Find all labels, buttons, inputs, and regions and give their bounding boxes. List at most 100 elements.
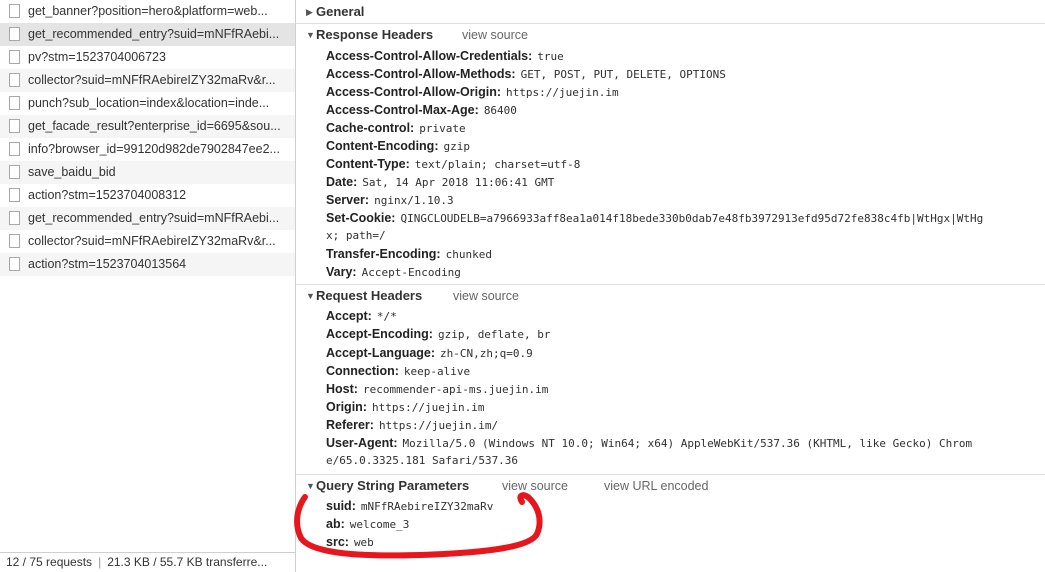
header-row: Date: Sat, 14 Apr 2018 11:06:41 GMT (326, 173, 1041, 191)
view-source-link[interactable]: view source (453, 286, 519, 306)
header-row: Transfer-Encoding: chunked (326, 245, 1041, 263)
section-title: Query String Parameters (316, 478, 470, 493)
header-row: Access-Control-Allow-Credentials: true (326, 47, 1041, 65)
request-name: get_banner?position=hero&platform=web... (28, 4, 268, 18)
request-row[interactable]: collector?suid=mNFfRAebireIZY32maRv&r... (0, 230, 295, 253)
request-row[interactable]: info?browser_id=99120d982de7902847ee2... (0, 138, 295, 161)
view-source-link[interactable]: view source (462, 25, 528, 45)
header-key: Accept-Encoding: (326, 327, 433, 341)
header-value: */* (376, 310, 397, 323)
header-key: Server: (326, 193, 370, 207)
view-url-encoded-link[interactable]: view URL encoded (604, 476, 708, 496)
file-icon (9, 50, 20, 64)
request-name: get_recommended_entry?suid=mNFfRAebi... (28, 27, 280, 41)
header-row: Origin: https://juejin.im (326, 398, 1041, 416)
header-value-continuation: e/65.0.3325.181 Safari/537.36 (326, 454, 519, 467)
section-title: Request Headers (316, 288, 423, 303)
request-row[interactable]: pv?stm=1523704006723 (0, 46, 295, 69)
request-row-selected[interactable]: get_recommended_entry?suid=mNFfRAebi... (0, 23, 295, 46)
header-row: Set-Cookie: QINGCLOUDELB=a7966933aff8ea1a… (326, 209, 1041, 227)
param-key: src: (326, 535, 349, 549)
request-row[interactable]: get_banner?position=hero&platform=web... (0, 0, 295, 23)
header-key: Accept: (326, 309, 372, 323)
header-value: zh-CN,zh;q=0.9 (440, 347, 533, 360)
header-row: Accept-Encoding: gzip, deflate, br (326, 325, 1041, 343)
header-value: https://juejin.im (506, 86, 619, 99)
request-row[interactable]: punch?sub_location=index&location=inde..… (0, 92, 295, 115)
file-icon (9, 142, 20, 156)
section-general[interactable]: ▶ General (296, 2, 1045, 22)
triangle-down-icon: ▼ (306, 291, 315, 301)
file-icon (9, 4, 20, 18)
request-count: 12 / 75 requests (6, 555, 93, 569)
triangle-down-icon: ▼ (306, 481, 315, 491)
header-key: Host: (326, 382, 358, 396)
request-row[interactable]: collector?suid=mNFfRAebireIZY32maRv&r... (0, 69, 295, 92)
header-key: Access-Control-Allow-Credentials: (326, 49, 533, 63)
request-name: info?browser_id=99120d982de7902847ee2... (28, 142, 280, 156)
request-list: get_banner?position=hero&platform=web...… (0, 0, 295, 276)
header-value: Sat, 14 Apr 2018 11:06:41 GMT (362, 176, 555, 189)
header-value: QINGCLOUDELB=a7966933aff8ea1a014f18bede3… (400, 212, 984, 225)
header-row: Content-Encoding: gzip (326, 137, 1041, 155)
header-row: Server: nginx/1.10.3 (326, 191, 1041, 209)
section-response-headers[interactable]: ▼ Response Headers view source (296, 25, 1045, 45)
request-name: action?stm=1523704013564 (28, 257, 187, 271)
divider (296, 284, 1045, 285)
request-name: save_baidu_bid (28, 165, 116, 179)
query-param-row: suid: mNFfRAebireIZY32maRv (326, 497, 1041, 515)
view-source-link[interactable]: view source (502, 476, 568, 496)
param-value: web (353, 536, 374, 549)
request-name: collector?suid=mNFfRAebireIZY32maRv&r... (28, 234, 276, 248)
header-key: Cache-control: (326, 121, 415, 135)
header-row: Vary: Accept-Encoding (326, 263, 1041, 281)
section-title: General (316, 4, 365, 19)
param-key: ab: (326, 517, 345, 531)
header-value: recommender-api-ms.juejin.im (362, 383, 549, 396)
header-value: gzip, deflate, br (437, 328, 551, 341)
request-row[interactable]: action?stm=1523704008312 (0, 184, 295, 207)
request-name: get_facade_result?enterprise_id=6695&sou… (28, 119, 281, 133)
header-key: Transfer-Encoding: (326, 247, 441, 261)
param-value: welcome_3 (349, 518, 410, 531)
request-name: pv?stm=1523704006723 (28, 50, 166, 64)
network-status-bar: 12 / 75 requests | 21.3 KB / 55.7 KB trans… (0, 552, 295, 572)
triangle-down-icon: ▼ (306, 30, 315, 40)
header-value: GET, POST, PUT, DELETE, OPTIONS (520, 68, 726, 81)
query-param-row: src: web (326, 533, 1041, 551)
header-key: Content-Type: (326, 157, 410, 171)
header-key: Connection: (326, 364, 399, 378)
request-list-panel: get_banner?position=hero&platform=web...… (0, 0, 296, 572)
header-value: https://juejin.im/ (378, 419, 499, 432)
request-name: punch?sub_location=index&location=inde..… (28, 96, 270, 110)
header-row: Access-Control-Max-Age: 86400 (326, 101, 1041, 119)
divider (296, 23, 1045, 24)
header-key: Vary: (326, 265, 357, 279)
header-row: Host: recommender-api-ms.juejin.im (326, 380, 1041, 398)
header-value: https://juejin.im (371, 401, 485, 414)
param-key: suid: (326, 499, 356, 513)
header-key: User-Agent: (326, 436, 398, 450)
header-row: Content-Type: text/plain; charset=utf-8 (326, 155, 1041, 173)
file-icon (9, 211, 20, 225)
headers-panel: ▶ General ▼ Response Headers view source… (296, 0, 1045, 572)
header-row: User-Agent: Mozilla/5.0 (Windows NT 10.0;… (326, 434, 1041, 452)
header-key: Origin: (326, 400, 367, 414)
request-row[interactable]: get_facade_result?enterprise_id=6695&sou… (0, 115, 295, 138)
file-icon (9, 96, 20, 110)
file-icon (9, 234, 20, 248)
request-row[interactable]: get_recommended_entry?suid=mNFfRAebi... (0, 207, 295, 230)
request-row[interactable]: action?stm=1523704013564 (0, 253, 295, 276)
request-row[interactable]: save_baidu_bid (0, 161, 295, 184)
transfer-size: 21.3 KB / 55.7 KB transferre... (107, 555, 268, 569)
section-request-headers[interactable]: ▼ Request Headers view source (296, 286, 1045, 306)
header-key: Access-Control-Max-Age: (326, 103, 479, 117)
header-row: Connection: keep-alive (326, 362, 1041, 380)
header-value: private (419, 122, 466, 135)
header-key: Referer: (326, 418, 374, 432)
header-value: text/plain; charset=utf-8 (414, 158, 581, 171)
header-key: Date: (326, 175, 358, 189)
request-name: get_recommended_entry?suid=mNFfRAebi... (28, 211, 280, 225)
section-query-string[interactable]: ▼ Query String Parameters view source vi… (296, 476, 1045, 496)
header-row: Access-Control-Allow-Methods: GET, POST, … (326, 65, 1041, 83)
